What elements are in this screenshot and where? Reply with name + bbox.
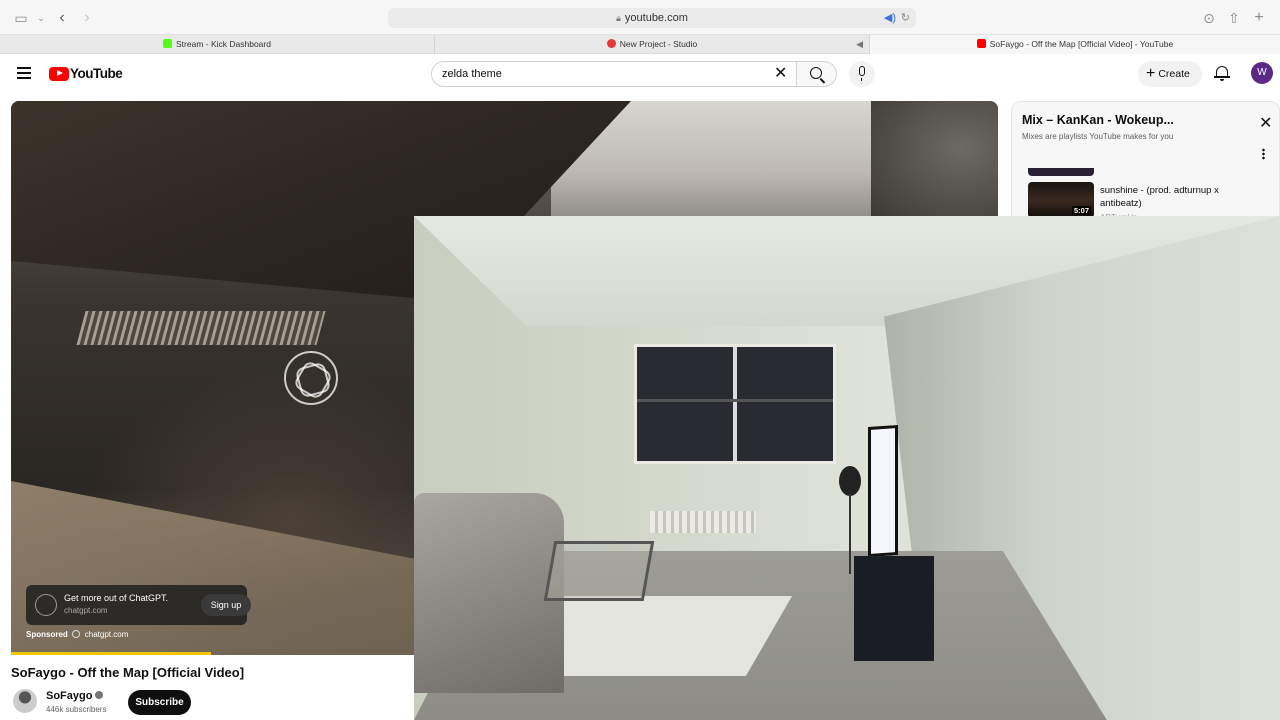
chatgpt-logo-icon [284, 351, 338, 405]
sidebar-icon[interactable]: ▭ [12, 9, 30, 27]
channel-avatar[interactable] [13, 689, 37, 713]
plus-icon: + [1146, 65, 1156, 82]
ad-card[interactable]: Get more out of ChatGPT. chatgpt.com Sig… [26, 585, 251, 625]
tab-kick-dashboard[interactable]: Stream - Kick Dashboard [0, 35, 435, 54]
lock-icon: 🔒︎ [616, 13, 621, 23]
address-bar[interactable]: 🔒︎ youtube.com ◀︎) ↻ [388, 8, 916, 28]
kick-favicon-icon [163, 39, 173, 48]
search-button[interactable] [797, 61, 837, 87]
webcam-overlay [414, 216, 1280, 720]
browser-toolbar: ▭ ⌄ ‹ › 🔒︎ youtube.com ◀︎) ↻ ⊙ ⇧ + [0, 0, 1280, 35]
close-icon[interactable]: ✕ [1259, 116, 1272, 132]
mix-subtitle: Mixes are playlists YouTube makes for yo… [1022, 132, 1174, 141]
thumbnail[interactable] [1028, 168, 1094, 176]
create-button[interactable]: + Create [1138, 61, 1202, 87]
info-icon[interactable] [71, 630, 80, 638]
ad-progress-bar [11, 652, 211, 655]
voice-search-button[interactable] [849, 61, 875, 87]
share-icon[interactable]: ⇧ [1225, 9, 1243, 27]
mix-playlist-panel: Mix – KanKan - Wokeup... Mixes are playl… [1011, 101, 1280, 222]
ad-title: Get more out of ChatGPT. [64, 593, 169, 603]
sponsored-label: Sponsored [26, 630, 68, 639]
tab-strip: Stream - Kick Dashboard New Project - St… [0, 35, 1280, 54]
mix-title[interactable]: Mix – KanKan - Wokeup... [1022, 113, 1174, 127]
youtube-logo[interactable]: YouTube [49, 65, 123, 82]
avatar[interactable]: W [1251, 62, 1273, 84]
channel-name[interactable]: SoFaygo [46, 690, 104, 702]
menu-icon[interactable] [17, 67, 31, 79]
thumbnail[interactable]: 5:07 [1028, 182, 1094, 218]
close-icon[interactable]: ✕ [774, 65, 787, 83]
mute-icon[interactable]: ◀︎ [856, 35, 863, 54]
youtube-play-icon [49, 66, 69, 81]
create-label: Create [1158, 68, 1190, 80]
url-text: youtube.com [624, 12, 688, 24]
new-tab-icon[interactable]: + [1250, 9, 1268, 27]
playlist-item-title[interactable]: sunshine - (prod. adturnup x antibeatz) [1100, 184, 1260, 210]
chatgpt-icon [35, 594, 57, 616]
tab-label: SoFaygo - Off the Map [Official Video] -… [989, 39, 1174, 49]
youtube-favicon-icon [976, 39, 986, 48]
television [868, 424, 898, 558]
tab-youtube[interactable]: SoFaygo - Off the Map [Official Video] -… [870, 35, 1280, 54]
sponsor-url[interactable]: chatgpt.com [85, 630, 129, 639]
ad-url: chatgpt.com [64, 606, 108, 615]
youtube-header: YouTube zelda theme ✕ + Create W [0, 54, 1280, 94]
duration-badge: 5:07 [1071, 206, 1091, 215]
microphone-icon [859, 66, 865, 81]
tab-studio[interactable]: New Project - Studio ◀︎ [435, 35, 870, 54]
video-title: SoFaygo - Off the Map [Official Video] [11, 665, 245, 680]
speaker-icon[interactable]: ◀︎) [884, 8, 896, 28]
sofa [414, 493, 564, 693]
room-window [634, 344, 836, 464]
ad-footer: Sponsored chatgpt.com [26, 630, 128, 639]
sign-up-button[interactable]: Sign up [201, 594, 251, 616]
reload-icon[interactable]: ↻ [901, 8, 910, 28]
back-icon[interactable]: ‹ [53, 9, 71, 27]
tab-label: Stream - Kick Dashboard [176, 39, 271, 49]
studio-favicon-icon [606, 39, 616, 48]
chevron-down-icon[interactable]: ⌄ [32, 9, 50, 27]
subscribe-button[interactable]: Subscribe [128, 690, 191, 715]
search-icon [810, 67, 822, 79]
search-input[interactable]: zelda theme [431, 61, 797, 87]
more-icon[interactable] [1262, 148, 1265, 160]
forward-icon[interactable]: › [78, 9, 96, 27]
logo-text: YouTube [70, 66, 123, 82]
bell-icon[interactable] [1214, 65, 1230, 82]
download-icon[interactable]: ⊙ [1200, 9, 1218, 27]
verified-icon [95, 691, 104, 699]
tab-label: New Project - Studio [619, 39, 698, 49]
subscriber-count: 446k subscribers [46, 705, 107, 714]
channel-name-text: SoFaygo [46, 690, 93, 702]
